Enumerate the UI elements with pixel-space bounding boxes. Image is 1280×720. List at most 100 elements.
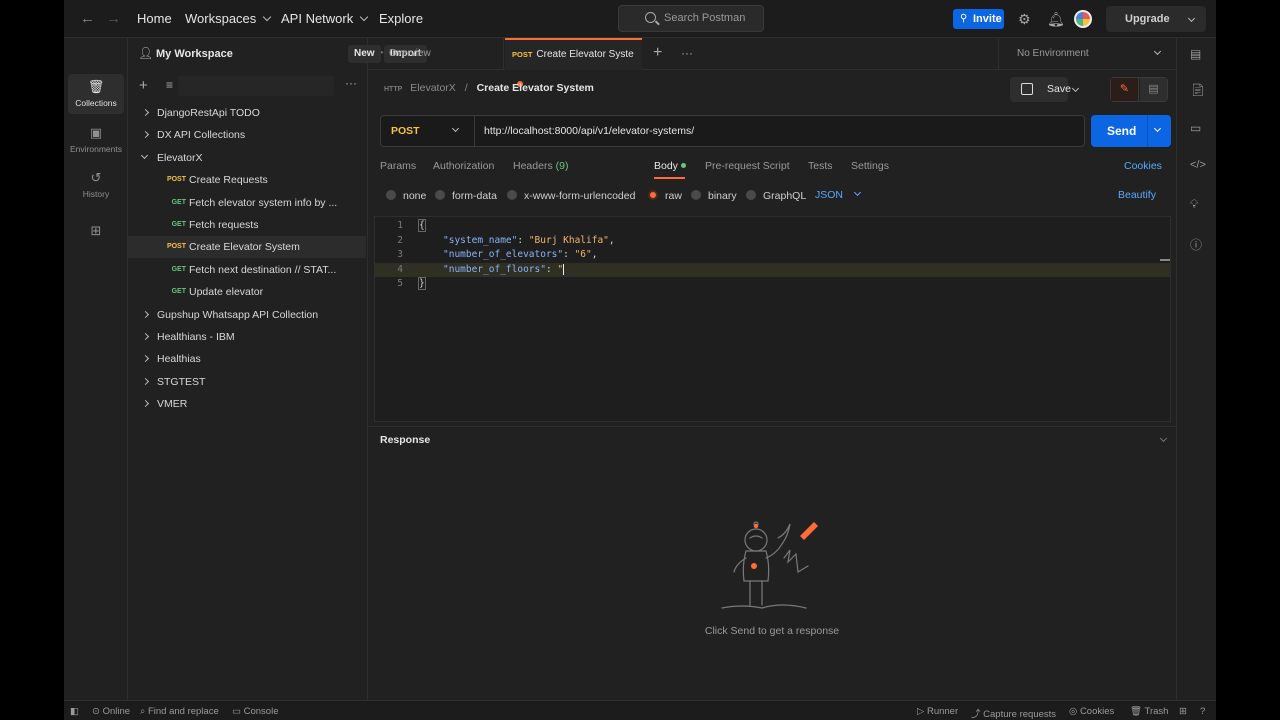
chevron-right-icon[interactable] xyxy=(141,310,150,318)
method-badge: GET xyxy=(171,221,186,228)
tree-collection[interactable]: VMER xyxy=(128,393,366,415)
breadcrumb-parent[interactable]: ElevatorX xyxy=(410,82,456,94)
nav-workspaces[interactable]: Workspaces xyxy=(185,11,272,26)
send-button[interactable]: Send xyxy=(1091,115,1171,147)
cookies-link[interactable]: Cookies xyxy=(1124,160,1162,172)
nav-home[interactable]: Home xyxy=(137,11,172,26)
breadcrumb-current[interactable]: Create Elevator System xyxy=(477,82,594,94)
comments-icon[interactable]: ▭ xyxy=(1190,121,1201,135)
code-line: 1 { xyxy=(375,219,1170,234)
body-type-graphql[interactable]: GraphQL xyxy=(746,189,806,202)
help-icon[interactable]: ? xyxy=(1200,706,1205,717)
tab-overview[interactable]: ◔ Overview xyxy=(368,38,504,70)
tree-collection[interactable]: Healthians - IBM xyxy=(128,326,366,348)
more-options-icon[interactable]: ··· xyxy=(345,76,357,90)
tree-request[interactable]: GET Update elevator xyxy=(128,281,366,303)
search-icon xyxy=(645,12,656,23)
capture-requests[interactable]: ⤴ Capture requests xyxy=(971,706,1056,720)
tree-toolbar: + ≡ ··· xyxy=(128,75,368,97)
send-options-chevron-icon[interactable] xyxy=(1153,124,1162,133)
method-value: POST xyxy=(391,125,420,137)
tab-params[interactable]: Params xyxy=(380,160,416,172)
body-format-select[interactable]: JSON xyxy=(815,188,862,201)
find-and-replace[interactable]: ⌕ Find and replace xyxy=(140,706,219,717)
tab-settings[interactable]: Settings xyxy=(851,160,889,172)
url-input[interactable]: http://localhost:8000/api/v1/elevator-sy… xyxy=(484,116,694,146)
documentation-icon[interactable]: 📄︎ xyxy=(1190,83,1205,97)
method-select[interactable]: POST xyxy=(381,116,475,146)
tree-request[interactable]: GET Fetch elevator system info by ... xyxy=(128,192,366,214)
nav-explore[interactable]: Explore xyxy=(379,11,423,26)
tree-collection[interactable]: DX API Collections xyxy=(128,124,366,146)
filter-input[interactable] xyxy=(178,76,334,96)
back-arrow-icon[interactable]: ← xyxy=(80,10,95,27)
tree-request[interactable]: POST Create Requests xyxy=(128,169,366,191)
save-options-chevron-icon[interactable] xyxy=(1071,84,1080,93)
edit-pencil-icon[interactable]: ✎ xyxy=(1111,78,1139,101)
add-icon[interactable]: + xyxy=(139,77,148,94)
info-icon[interactable]: ⓘ xyxy=(1190,236,1202,253)
cookies-status[interactable]: ◎ Cookies xyxy=(1069,706,1114,717)
tree-collection[interactable]: Healthias xyxy=(128,348,366,370)
chevron-right-icon[interactable] xyxy=(141,400,150,408)
settings-gear-icon[interactable]: ⚙ xyxy=(1018,11,1031,28)
tree-collection[interactable]: STGTEST xyxy=(128,371,366,393)
trash[interactable]: 🗑︎ Trash xyxy=(1130,706,1168,717)
search-box[interactable]: Search Postman xyxy=(618,5,764,32)
tab-authorization[interactable]: Authorization xyxy=(433,160,494,172)
filter-icon[interactable]: ≡ xyxy=(166,78,173,92)
response-divider[interactable] xyxy=(368,426,1176,427)
upgrade-button[interactable]: Upgrade xyxy=(1106,6,1206,32)
tree-collection[interactable]: DjangoRestApi TODO xyxy=(128,102,366,124)
environment-quicklook-icon[interactable]: ▤ xyxy=(1190,47,1201,61)
rail-collections[interactable]: 🗑︎ Collections xyxy=(68,74,124,114)
rail-environments[interactable]: ▣ Environments xyxy=(68,120,124,160)
lightbulb-icon[interactable]: 💡︎ xyxy=(1190,197,1198,212)
tab-create-elevator-system[interactable]: POST Create Elevator Syste xyxy=(505,38,642,87)
response-collapse-chevron-icon[interactable] xyxy=(1159,434,1168,443)
layout-icon[interactable]: ⊞ xyxy=(1179,706,1187,717)
chevron-right-icon[interactable] xyxy=(141,131,150,139)
code-icon[interactable]: </> xyxy=(1190,159,1206,171)
body-type-urlencoded[interactable]: x-www-form-urlencoded xyxy=(507,189,635,202)
chevron-right-icon[interactable] xyxy=(141,332,150,341)
runner[interactable]: ▷ Runner xyxy=(917,706,958,717)
forward-arrow-icon[interactable]: → xyxy=(106,10,121,27)
chevron-right-icon[interactable] xyxy=(141,108,150,117)
invite-button[interactable]: ⚲ Invite xyxy=(953,9,1004,29)
chevron-right-icon[interactable] xyxy=(141,377,150,385)
tree-request[interactable]: GET Fetch next destination // STAT... xyxy=(128,259,366,281)
tab-tests[interactable]: Tests xyxy=(808,160,833,172)
beautify-link[interactable]: Beautify xyxy=(1118,189,1156,201)
rail-history[interactable]: ↺ History xyxy=(68,165,124,205)
tab-overflow-icon[interactable]: ··· xyxy=(681,46,693,60)
tree-collection[interactable]: ElevatorX xyxy=(128,147,366,169)
notification-bell-icon[interactable]: 🔔︎ xyxy=(1047,11,1065,28)
chevron-down-icon[interactable] xyxy=(140,151,149,159)
rail-apps[interactable]: ⊞ xyxy=(68,218,124,242)
nav-api-network[interactable]: API Network xyxy=(281,11,369,26)
body-type-none[interactable]: none xyxy=(386,189,426,202)
body-type-binary-label: binary xyxy=(708,190,737,202)
toggle-sidebar-icon[interactable]: ◧ xyxy=(70,706,79,717)
body-type-form-data[interactable]: form-data xyxy=(435,189,497,202)
tree-request[interactable]: POST Create Elevator System xyxy=(128,236,366,259)
environment-selector[interactable]: No Environment xyxy=(998,38,1176,70)
tab-pre-request-script[interactable]: Pre-request Script xyxy=(705,160,790,172)
chevron-right-icon[interactable] xyxy=(141,355,150,363)
code-editor[interactable]: 1 { 2 "system_name": "Burj Khalifa", 3 "… xyxy=(374,216,1171,422)
tab-body[interactable]: Body xyxy=(654,160,686,172)
new-tab-plus-icon[interactable]: + xyxy=(653,44,662,62)
headers-count-badge: (9) xyxy=(555,160,569,172)
comment-icon[interactable]: ▤ xyxy=(1140,78,1167,101)
status-online[interactable]: ⊙ Online xyxy=(92,706,130,717)
workspace-title[interactable]: My Workspace xyxy=(156,48,233,60)
tree-request[interactable]: GET Fetch requests xyxy=(128,214,366,236)
tab-headers[interactable]: Headers (9) xyxy=(513,160,568,172)
console[interactable]: ▭ Console xyxy=(232,706,278,717)
save-button[interactable]: Save xyxy=(1010,77,1071,102)
body-type-raw[interactable]: raw xyxy=(648,189,682,202)
body-type-binary[interactable]: binary xyxy=(691,189,737,202)
avatar[interactable] xyxy=(1074,10,1092,28)
tree-collection[interactable]: Gupshup Whatsapp API Collection xyxy=(128,304,366,326)
